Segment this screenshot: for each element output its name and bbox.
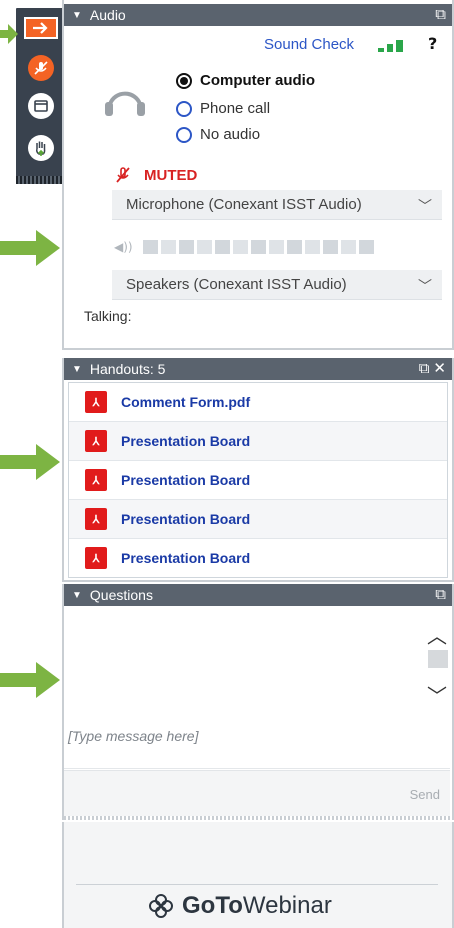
handouts-title: Handouts: 5 (89, 361, 166, 377)
handouts-panel: ▼ Handouts: 5 ⧉ ✕ ⅄ Comment Form.pdf ⅄ P… (62, 358, 454, 582)
green-arrow-icon (0, 444, 60, 480)
green-arrow-icon (0, 662, 60, 698)
handout-item[interactable]: ⅄ Presentation Board (69, 422, 447, 461)
raise-hand-icon (28, 135, 54, 161)
audio-level-meter: ◀)) (114, 240, 377, 254)
screen-view-button[interactable] (22, 90, 60, 122)
divider (64, 816, 450, 820)
pdf-file-icon: ⅄ (85, 508, 107, 530)
collapse-triangle-icon[interactable]: ▼ (72, 10, 82, 21)
window-icon (28, 93, 54, 119)
radio-phone-call[interactable]: Phone call (176, 100, 270, 117)
flower-logo-icon (149, 894, 173, 918)
collapse-triangle-icon[interactable]: ▼ (72, 364, 82, 375)
chevron-down-icon[interactable]: ﹀ (426, 680, 448, 708)
questions-header[interactable]: ▼ Questions ⧉ (64, 584, 452, 606)
pdf-file-icon: ⅄ (85, 430, 107, 452)
help-button[interactable]: ? (428, 34, 437, 53)
handout-item[interactable]: ⅄ Presentation Board (69, 461, 447, 500)
popout-icon[interactable]: ⧉ (419, 360, 430, 378)
scrollbar-thumb[interactable] (428, 650, 448, 668)
sound-check-link[interactable]: Sound Check (264, 36, 354, 53)
pdf-file-icon: ⅄ (85, 547, 107, 569)
divider (76, 884, 438, 885)
green-arrow-icon (0, 230, 60, 266)
mic-muted-icon (116, 167, 130, 183)
footer: GoTo Webinar (62, 822, 454, 928)
radio-button[interactable] (176, 126, 192, 143)
toolbar-grip[interactable] (16, 176, 68, 184)
popout-icon[interactable]: ⧉ (435, 586, 446, 604)
chevron-up-icon[interactable]: ︿ (426, 620, 448, 648)
send-button[interactable]: Send (410, 787, 440, 802)
questions-log[interactable] (64, 606, 450, 706)
questions-title: Questions (89, 587, 153, 603)
collapse-panel-button[interactable] (22, 12, 60, 44)
gotowebinar-logo: GoTo Webinar (148, 892, 332, 920)
send-row: Send (64, 770, 450, 817)
arrow-right-icon (24, 17, 58, 39)
close-icon[interactable]: ✕ (433, 360, 446, 378)
audio-panel: ▼ Audio ⧉ Sound Check ? Computer audio P… (62, 0, 454, 350)
speaker-volume-icon: ◀)) (114, 240, 133, 254)
handout-list: ⅄ Comment Form.pdf ⅄ Presentation Board … (68, 382, 448, 578)
headset-icon (105, 91, 145, 116)
question-input-placeholder: [Type message here] (68, 728, 199, 744)
muted-label: MUTED (144, 166, 198, 184)
handouts-header[interactable]: ▼ Handouts: 5 ⧉ ✕ (64, 358, 452, 380)
muted-status[interactable]: MUTED (114, 166, 197, 184)
microphone-select[interactable]: Microphone (Conexant ISST Audio) ﹀ (112, 190, 442, 220)
radio-computer-audio[interactable]: Computer audio (176, 72, 315, 89)
talking-label: Talking: (84, 308, 132, 324)
audio-header[interactable]: ▼ Audio ⧉ (64, 4, 452, 26)
handout-item[interactable]: ⅄ Presentation Board (69, 500, 447, 539)
radio-no-audio[interactable]: No audio (176, 126, 260, 143)
questions-panel: ▼ Questions ⧉ ︿ ﹀ [Type message here] Se… (62, 584, 454, 820)
scrollbar[interactable]: ︿ ﹀ (422, 612, 452, 708)
green-arrow-icon (0, 24, 18, 44)
handout-item[interactable]: ⅄ Comment Form.pdf (69, 383, 447, 422)
audio-title: Audio (89, 7, 126, 23)
divider (64, 348, 452, 350)
collapse-triangle-icon[interactable]: ▼ (72, 590, 82, 601)
signal-bars-icon (378, 40, 403, 52)
chevron-down-icon: ﹀ (418, 278, 432, 294)
pdf-file-icon: ⅄ (85, 469, 107, 491)
control-toolbar (16, 8, 68, 184)
pdf-file-icon: ⅄ (85, 391, 107, 413)
popout-icon[interactable]: ⧉ (435, 6, 446, 24)
raise-hand-button[interactable] (22, 132, 60, 164)
mic-toggle-button[interactable] (22, 52, 60, 84)
chevron-down-icon: ﹀ (418, 198, 432, 214)
handout-item[interactable]: ⅄ Presentation Board (69, 539, 447, 577)
mic-muted-icon (28, 55, 54, 81)
speakers-select[interactable]: Speakers (Conexant ISST Audio) ﹀ (112, 270, 442, 300)
radio-button[interactable] (176, 100, 192, 117)
radio-button[interactable] (176, 72, 192, 89)
